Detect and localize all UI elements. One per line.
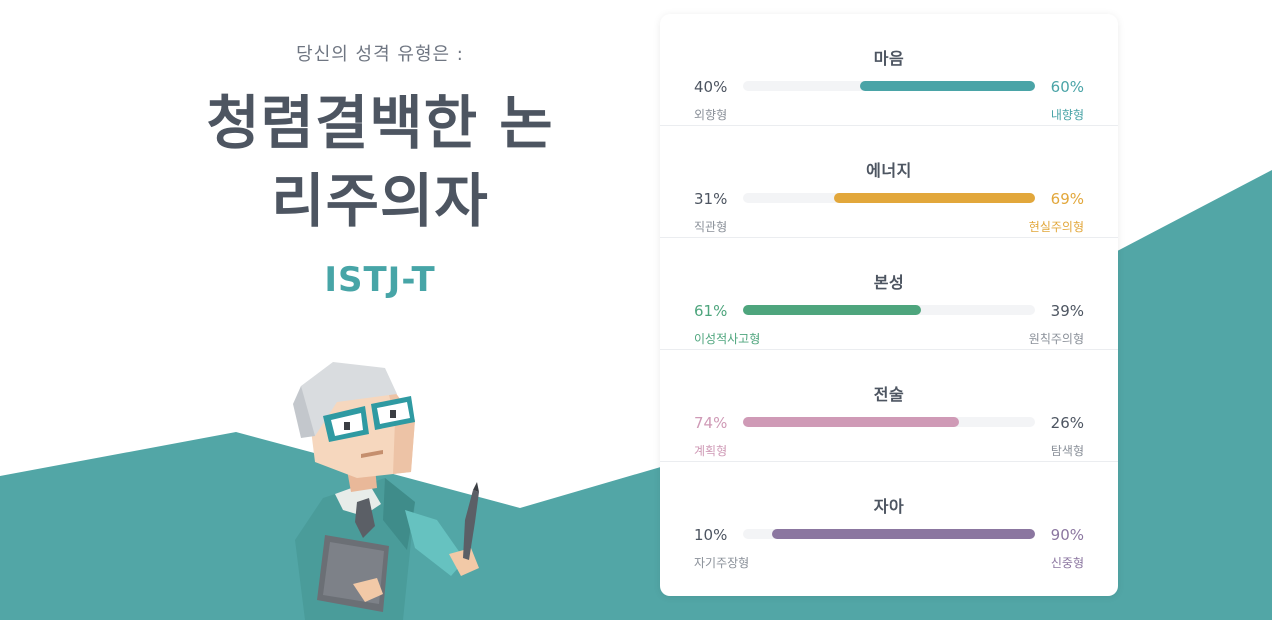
trait-bar-track xyxy=(743,81,1035,91)
trait-left-percent: 74% xyxy=(694,414,728,432)
personality-title-line-1: 청렴결백한 논 xyxy=(206,89,554,157)
trait-right-label: 현실주의형 xyxy=(1028,220,1084,234)
trait-title: 본성 xyxy=(873,273,905,292)
trait-right-label: 원칙주의형 xyxy=(1028,332,1084,346)
trait-left-percent: 10% xyxy=(694,526,728,544)
trait-right-percent: 90% xyxy=(1050,526,1084,544)
trait-bar-track xyxy=(743,417,1035,427)
trait-bar-track xyxy=(743,193,1035,203)
trait-left-label: 직관형 xyxy=(694,220,728,234)
hero-kicker: 당신의 성격 유형은 : xyxy=(296,44,464,65)
personality-title: 청렴결백한 논 리주의자 xyxy=(120,84,640,240)
trait-left-percent: 61% xyxy=(694,302,728,320)
trait-bar-fill xyxy=(743,305,922,315)
trait-energy: 에너지 31% 69% 직관형 현실주의형 xyxy=(660,126,1118,238)
trait-title: 전술 xyxy=(873,385,905,404)
trait-bar-track xyxy=(743,305,1035,315)
trait-title: 에너지 xyxy=(866,161,912,180)
personality-type-code: ISTJ-T xyxy=(324,260,436,300)
trait-right-percent: 26% xyxy=(1050,414,1084,432)
trait-right-percent: 69% xyxy=(1050,190,1084,208)
trait-left-percent: 31% xyxy=(694,190,728,208)
trait-bar-fill xyxy=(743,417,960,427)
trait-left-label: 이성적사고형 xyxy=(694,332,761,346)
trait-bar-fill xyxy=(833,193,1035,203)
trait-identity: 자아 10% 90% 자기주장형 신중형 xyxy=(660,462,1118,573)
personality-traits-card: 마음 40% 60% 외향형 내향형 에너지 31% 69% 직관형 현실주의형… xyxy=(660,14,1118,596)
personality-hero: 당신의 성격 유형은 : 청렴결백한 논 리주의자 ISTJ-T xyxy=(120,0,640,300)
trait-left-label: 계획형 xyxy=(694,444,728,458)
trait-bar-track xyxy=(743,529,1035,539)
trait-left-label: 자기주장형 xyxy=(694,556,750,570)
trait-nature: 본성 61% 39% 이성적사고형 원칙주의형 xyxy=(660,238,1118,350)
trait-title: 마음 xyxy=(873,49,905,68)
trait-bar-fill xyxy=(859,81,1035,91)
trait-title: 자아 xyxy=(873,497,905,516)
trait-right-label: 탐색형 xyxy=(1050,444,1084,458)
trait-right-label: 내향형 xyxy=(1050,108,1084,122)
logistician-character-illustration xyxy=(293,362,479,620)
trait-left-percent: 40% xyxy=(694,78,728,96)
trait-tactics: 전술 74% 26% 계획형 탐색형 xyxy=(660,350,1118,462)
trait-bar-fill xyxy=(772,529,1035,539)
trait-right-percent: 39% xyxy=(1050,302,1084,320)
personality-title-line-2: 리주의자 xyxy=(271,167,489,235)
trait-left-label: 외향형 xyxy=(694,108,728,122)
trait-right-label: 신중형 xyxy=(1050,556,1084,570)
trait-right-percent: 60% xyxy=(1050,78,1084,96)
trait-mind: 마음 40% 60% 외향형 내향형 xyxy=(660,14,1118,126)
